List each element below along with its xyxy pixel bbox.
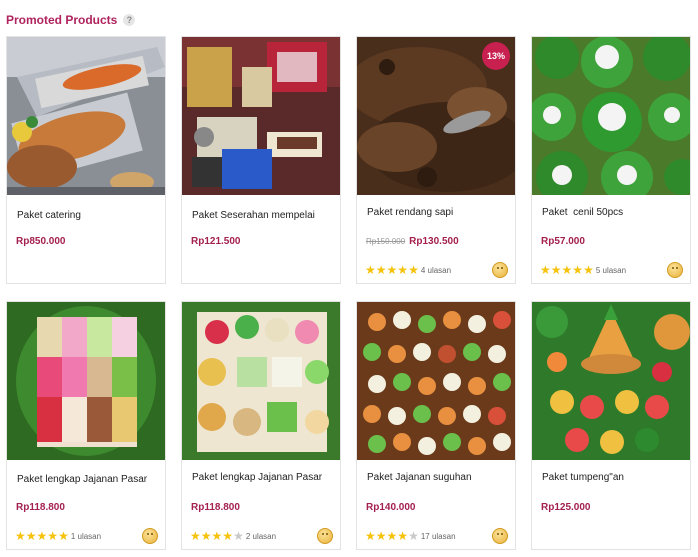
product-name[interactable]: Paket Jajanan suguhan xyxy=(367,472,472,483)
review-count[interactable]: 1 ulasan xyxy=(71,532,101,541)
product-name[interactable]: Paket catering xyxy=(17,210,81,221)
product-image[interactable] xyxy=(532,302,690,460)
product-name[interactable]: Paket Seserahan mempelai xyxy=(192,210,315,221)
product-card-catering[interactable]: Paket catering Rp850.000 xyxy=(6,36,166,284)
product-price: Rp850.000 xyxy=(16,236,66,247)
smiley-icon[interactable] xyxy=(317,528,333,544)
star-icon: ★ xyxy=(15,529,26,543)
help-icon[interactable]: ? xyxy=(123,14,136,26)
product-image[interactable] xyxy=(182,37,340,195)
star-icon: ★ xyxy=(375,529,387,543)
star-icon: ★ xyxy=(47,529,59,543)
smiley-icon[interactable] xyxy=(667,262,683,278)
current-price: Rp130.500 xyxy=(409,236,459,247)
product-price: Rp57.000 xyxy=(541,236,585,247)
star-icon: ★ xyxy=(397,263,409,277)
star-half-icon: ★ xyxy=(408,529,419,543)
product-price: Rp118.800 xyxy=(191,502,240,513)
product-name[interactable]: Paket tumpeng"an xyxy=(542,472,624,483)
product-card-seserahan[interactable]: Paket Seserahan mempelai Rp121.500 xyxy=(181,36,341,284)
star-icon: ★ xyxy=(222,529,234,543)
star-icon: ★ xyxy=(375,263,387,277)
product-name[interactable]: Paket cenil 50pcs xyxy=(542,207,623,218)
product-image[interactable] xyxy=(7,302,165,460)
product-image[interactable] xyxy=(532,37,690,195)
smiley-icon[interactable] xyxy=(142,528,158,544)
review-count[interactable]: 5 ulasan xyxy=(596,266,626,275)
smiley-icon[interactable] xyxy=(492,528,508,544)
product-card-jajanan-pasar-1[interactable]: Paket lengkap Jajanan Pasar Rp118.800 ★ ★… xyxy=(6,301,166,550)
star-icon: ★ xyxy=(211,529,223,543)
star-icon: ★ xyxy=(550,263,562,277)
product-price: Rp150.000 Rp130.500 xyxy=(366,236,459,247)
star-icon: ★ xyxy=(540,263,551,277)
review-count[interactable]: 2 ulasan xyxy=(246,532,276,541)
star-icon: ★ xyxy=(386,263,398,277)
product-price: Rp140.000 xyxy=(366,502,416,513)
product-card-rendang[interactable]: 13% Paket rendang sapi Rp150.000 Rp130.50… xyxy=(356,36,516,284)
rating: ★ ★ ★ ★ ★ 2 ulasan xyxy=(190,530,276,542)
product-card-jajanan-pasar-2[interactable]: Paket lengkap Jajanan Pasar Rp118.800 ★ ★… xyxy=(181,301,341,550)
old-price: Rp150.000 xyxy=(366,237,406,246)
star-icon: ★ xyxy=(583,263,594,277)
review-count[interactable]: 4 ulasan xyxy=(421,266,451,275)
product-price: Rp125.000 xyxy=(541,502,591,513)
product-price: Rp121.500 xyxy=(191,236,241,247)
star-icon: ★ xyxy=(561,263,573,277)
star-icon: ★ xyxy=(200,529,212,543)
smiley-icon[interactable] xyxy=(492,262,508,278)
section-title-text: Promoted Products xyxy=(6,13,118,27)
product-image[interactable] xyxy=(7,37,165,195)
product-card-jajanan-suguhan[interactable]: Paket Jajanan suguhan Rp140.000 ★ ★ ★ ★ ★ 17… xyxy=(356,301,516,550)
product-price: Rp118.800 xyxy=(16,502,65,513)
rating: ★ ★ ★ ★ ★ 17 ulasan xyxy=(365,530,456,542)
star-icon: ★ xyxy=(190,529,201,543)
product-image[interactable] xyxy=(357,302,515,460)
star-icon: ★ xyxy=(365,529,376,543)
product-name[interactable]: Paket lengkap Jajanan Pasar xyxy=(192,472,322,483)
review-count[interactable]: 17 ulasan xyxy=(421,532,456,541)
star-icon: ★ xyxy=(58,529,69,543)
star-icon: ★ xyxy=(408,263,419,277)
discount-badge: 13% xyxy=(482,42,510,70)
rating: ★ ★ ★ ★ ★ 4 ulasan xyxy=(365,264,451,276)
product-card-tumpeng[interactable]: Paket tumpeng"an Rp125.000 xyxy=(531,301,691,550)
rating: ★ ★ ★ ★ ★ 1 ulasan xyxy=(15,530,101,542)
star-icon: ★ xyxy=(36,529,48,543)
star-icon: ★ xyxy=(397,529,409,543)
star-icon: ★ xyxy=(25,529,37,543)
star-icon: ★ xyxy=(365,263,376,277)
section-title: Promoted Products ? xyxy=(6,13,136,27)
product-image[interactable]: 13% xyxy=(357,37,515,195)
product-name[interactable]: Paket lengkap Jajanan Pasar xyxy=(17,474,147,485)
star-icon: ★ xyxy=(233,529,244,543)
star-icon: ★ xyxy=(572,263,584,277)
rating: ★ ★ ★ ★ ★ 5 ulasan xyxy=(540,264,626,276)
star-icon: ★ xyxy=(386,529,398,543)
product-card-cenil[interactable]: Paket cenil 50pcs Rp57.000 ★ ★ ★ ★ ★ 5 ulasa… xyxy=(531,36,691,284)
product-image[interactable] xyxy=(182,302,340,460)
product-name[interactable]: Paket rendang sapi xyxy=(367,207,453,218)
